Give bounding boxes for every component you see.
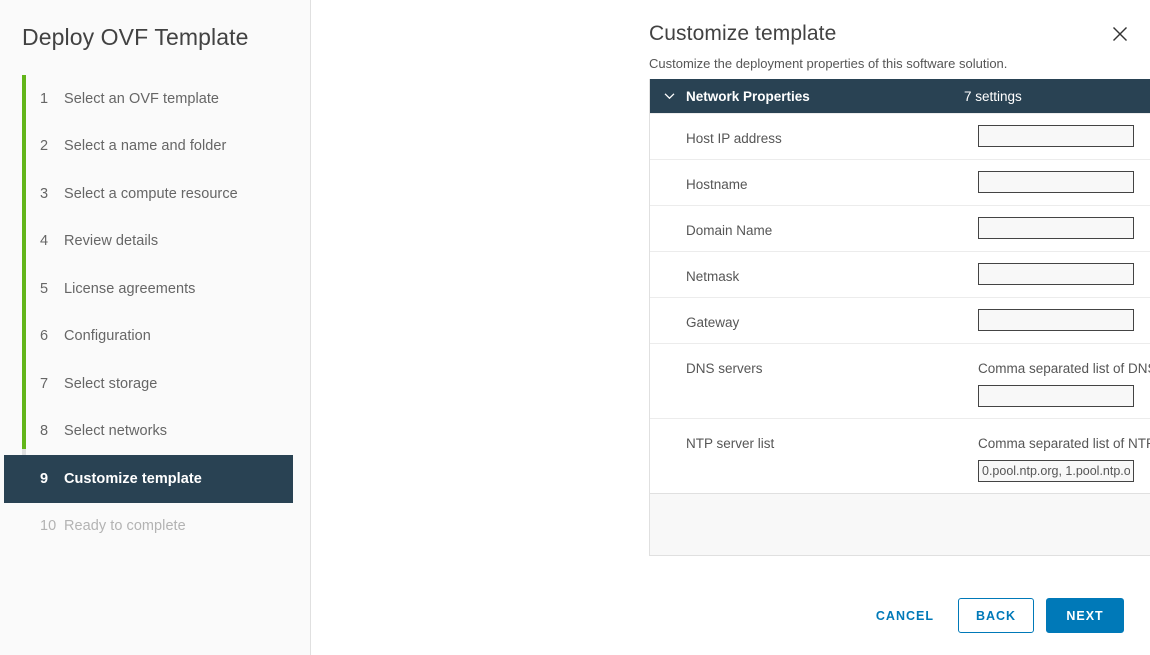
- table-footer-spacer: [650, 493, 1150, 555]
- step-label: Select a name and folder: [64, 138, 226, 154]
- section-header-network-properties[interactable]: Network Properties 7 settings: [650, 79, 1150, 113]
- table-row: Gateway: [650, 297, 1150, 343]
- dns-servers-input[interactable]: [978, 385, 1134, 407]
- netmask-input[interactable]: [978, 263, 1134, 285]
- property-hint: Comma separated list of NTP servers: [978, 430, 1150, 460]
- property-value: [978, 206, 1150, 251]
- sidebar-step-10[interactable]: 10 Ready to complete: [22, 503, 310, 551]
- sidebar-step-2[interactable]: 2 Select a name and folder: [22, 123, 310, 171]
- step-label: Ready to complete: [64, 518, 186, 534]
- sidebar-step-3[interactable]: 3 Select a compute resource: [22, 170, 310, 218]
- property-value: [978, 252, 1150, 297]
- next-button[interactable]: NEXT: [1046, 598, 1124, 633]
- close-icon[interactable]: [1108, 22, 1132, 46]
- step-label: Select a compute resource: [64, 186, 238, 202]
- sidebar-step-4[interactable]: 4 Review details: [22, 218, 310, 266]
- cancel-button[interactable]: CANCEL: [860, 598, 950, 633]
- table-row: Hostname: [650, 159, 1150, 205]
- sidebar-step-9-customize-template[interactable]: 9 Customize template: [4, 455, 293, 503]
- step-number: 2: [40, 138, 60, 154]
- wizard-main-panel: Customize template Customize the deploym…: [311, 0, 1150, 655]
- property-hint: Comma separated list of DNS servers: [978, 355, 1150, 385]
- properties-table: Network Properties 7 settings Host IP ad…: [649, 79, 1150, 556]
- wizard-footer: CANCEL BACK NEXT: [860, 598, 1124, 633]
- property-value: Comma separated list of NTP servers: [978, 419, 1150, 493]
- domain-name-input[interactable]: [978, 217, 1134, 239]
- table-row: NTP server list Comma separated list of …: [650, 418, 1150, 493]
- step-number: 3: [40, 186, 60, 202]
- wizard-sidebar: Deploy OVF Template 1 Select an OVF temp…: [0, 0, 311, 655]
- step-label: License agreements: [64, 281, 195, 297]
- sidebar-step-8[interactable]: 8 Select networks: [22, 408, 310, 456]
- step-label: Configuration: [64, 328, 151, 344]
- step-number: 4: [40, 233, 60, 249]
- step-number: 6: [40, 328, 60, 344]
- wizard-steps: 1 Select an OVF template 2 Select a name…: [0, 75, 310, 550]
- chevron-down-icon[interactable]: [662, 89, 676, 103]
- step-label: Review details: [64, 233, 158, 249]
- gateway-input[interactable]: [978, 309, 1134, 331]
- step-number: 9: [40, 471, 60, 487]
- back-button[interactable]: BACK: [958, 598, 1034, 633]
- sidebar-step-1[interactable]: 1 Select an OVF template: [22, 75, 310, 123]
- step-label: Select storage: [64, 376, 157, 392]
- step-number: 1: [40, 91, 60, 107]
- property-label: Gateway: [650, 298, 978, 343]
- property-label: DNS servers: [650, 344, 978, 418]
- property-value: [978, 160, 1150, 205]
- table-row: Netmask: [650, 251, 1150, 297]
- step-number: 7: [40, 376, 60, 392]
- sidebar-step-5[interactable]: 5 License agreements: [22, 265, 310, 313]
- step-label: Customize template: [64, 471, 202, 487]
- property-label: NTP server list: [650, 419, 978, 493]
- sidebar-step-7[interactable]: 7 Select storage: [22, 360, 310, 408]
- table-row: DNS servers Comma separated list of DNS …: [650, 343, 1150, 418]
- property-value: [978, 114, 1150, 159]
- step-label: Select an OVF template: [64, 91, 219, 107]
- host-ip-address-input[interactable]: [978, 125, 1134, 147]
- wizard-title: Deploy OVF Template: [0, 0, 310, 52]
- step-number: 5: [40, 281, 60, 297]
- page-title: Customize template: [649, 0, 1150, 48]
- table-row: Domain Name: [650, 205, 1150, 251]
- step-number: 8: [40, 423, 60, 439]
- step-number: 10: [40, 518, 60, 534]
- page-subtitle: Customize the deployment properties of t…: [649, 55, 1150, 73]
- step-label: Select networks: [64, 423, 167, 439]
- property-value: [978, 298, 1150, 343]
- ntp-server-list-input[interactable]: [978, 460, 1134, 482]
- table-row: Host IP address: [650, 113, 1150, 159]
- property-label: Hostname: [650, 160, 978, 205]
- property-label: Netmask: [650, 252, 978, 297]
- property-label: Host IP address: [650, 114, 978, 159]
- sidebar-step-6[interactable]: 6 Configuration: [22, 313, 310, 361]
- section-name: Network Properties: [686, 89, 964, 104]
- section-settings-count: 7 settings: [964, 89, 1022, 104]
- deploy-ovf-template-wizard: Deploy OVF Template 1 Select an OVF temp…: [0, 0, 1150, 655]
- hostname-input[interactable]: [978, 171, 1134, 193]
- property-value: Comma separated list of DNS servers: [978, 344, 1150, 418]
- property-label: Domain Name: [650, 206, 978, 251]
